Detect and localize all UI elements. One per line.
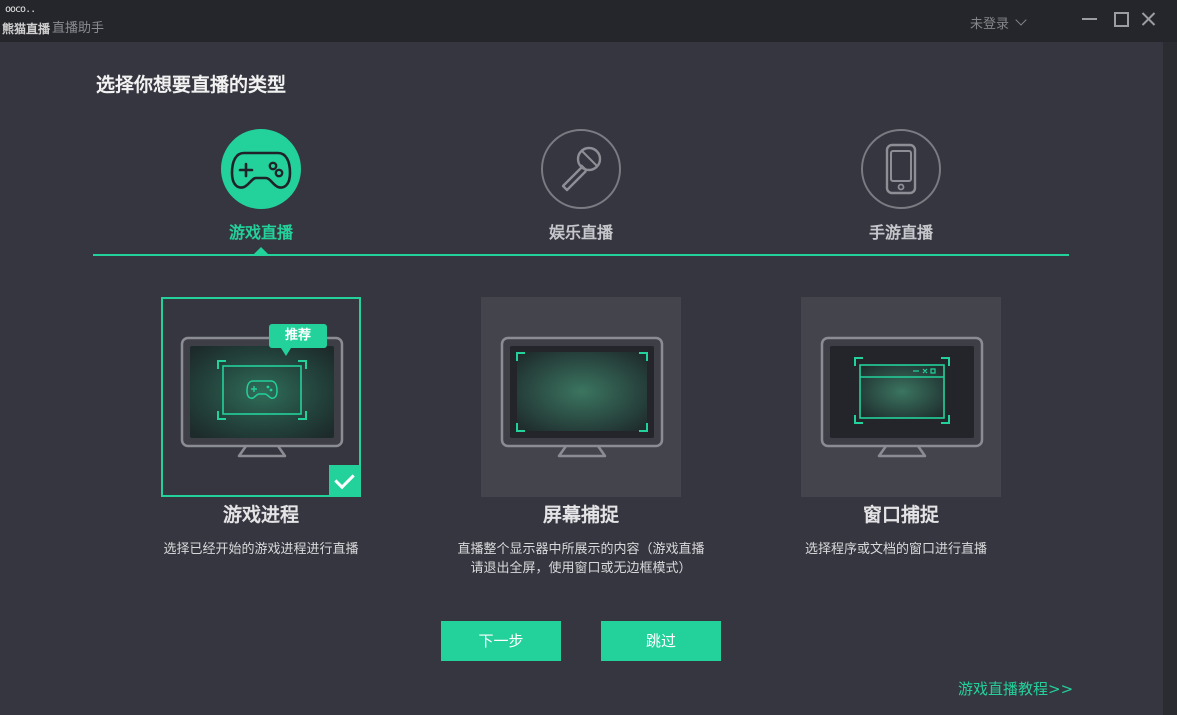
skip-button[interactable]: 跳过 xyxy=(601,621,721,661)
tab-game-live[interactable]: 游戏直播 xyxy=(181,129,341,243)
checkmark-icon xyxy=(329,465,361,497)
tutorial-link[interactable]: 游戏直播教程>> xyxy=(958,678,1073,699)
tab-mobile-live-label: 手游直播 xyxy=(868,223,933,242)
tab-underline xyxy=(93,254,1069,256)
card-screen-capture-desc: 直播整个显示器中所展示的内容（游戏直播请退出全屏，使用窗口或无边框模式） xyxy=(457,542,705,576)
tab-mobile-live[interactable]: 手游直播 xyxy=(821,129,981,243)
tab-entertainment-live[interactable]: 娱乐直播 xyxy=(501,129,661,243)
card-game-process[interactable]: 推荐 xyxy=(161,297,361,497)
tab-game-live-label: 游戏直播 xyxy=(228,223,293,242)
maximize-button[interactable] xyxy=(1109,8,1131,30)
logo-brand: 熊猫直播 xyxy=(2,22,51,36)
app-name: 直播助手 xyxy=(52,21,105,36)
card-window-capture[interactable] xyxy=(801,297,1001,497)
close-button[interactable] xyxy=(1138,8,1160,30)
main-content: 选择你想要直播的类型 游戏直播 娱乐直播 手游直播 推荐 游戏进程 屏幕捕捉 窗… xyxy=(0,42,1163,715)
chevron-down-icon xyxy=(1015,14,1027,26)
recommended-badge: 推荐 xyxy=(269,324,327,356)
minimize-button[interactable] xyxy=(1079,8,1101,30)
app-logo: ooco.. 熊猫直播 xyxy=(2,4,50,38)
card-window-capture-desc: 选择程序或文档的窗口进行直播 xyxy=(804,542,987,557)
next-button[interactable]: 下一步 xyxy=(441,621,561,661)
card-game-process-desc: 选择已经开始的游戏进程进行直播 xyxy=(163,542,359,557)
card-screen-capture[interactable] xyxy=(481,297,681,497)
gamepad-icon xyxy=(221,129,301,209)
card-window-capture-title: 窗口捕捉 xyxy=(862,504,939,526)
tab-entertainment-live-label: 娱乐直播 xyxy=(548,223,613,242)
card-screen-capture-title: 屏幕捕捉 xyxy=(542,504,619,526)
page-title: 选择你想要直播的类型 xyxy=(96,74,287,96)
app-window: ooco.. 熊猫直播 直播助手 未登录 选择你想要直播的类型 游戏直播 娱乐直… xyxy=(0,0,1177,715)
login-label: 未登录 xyxy=(970,17,1010,32)
phone-icon xyxy=(861,129,941,209)
login-dropdown[interactable]: 未登录 xyxy=(970,13,1027,32)
logo-mark: ooco.. xyxy=(5,4,36,15)
monitor-screen-icon xyxy=(500,336,664,458)
monitor-window-icon xyxy=(820,336,984,458)
tab-active-pointer xyxy=(253,247,269,255)
right-edge xyxy=(1163,42,1177,715)
title-bar[interactable]: ooco.. 熊猫直播 直播助手 未登录 xyxy=(0,0,1177,42)
microphone-icon xyxy=(541,129,621,209)
card-game-process-title: 游戏进程 xyxy=(222,504,299,526)
